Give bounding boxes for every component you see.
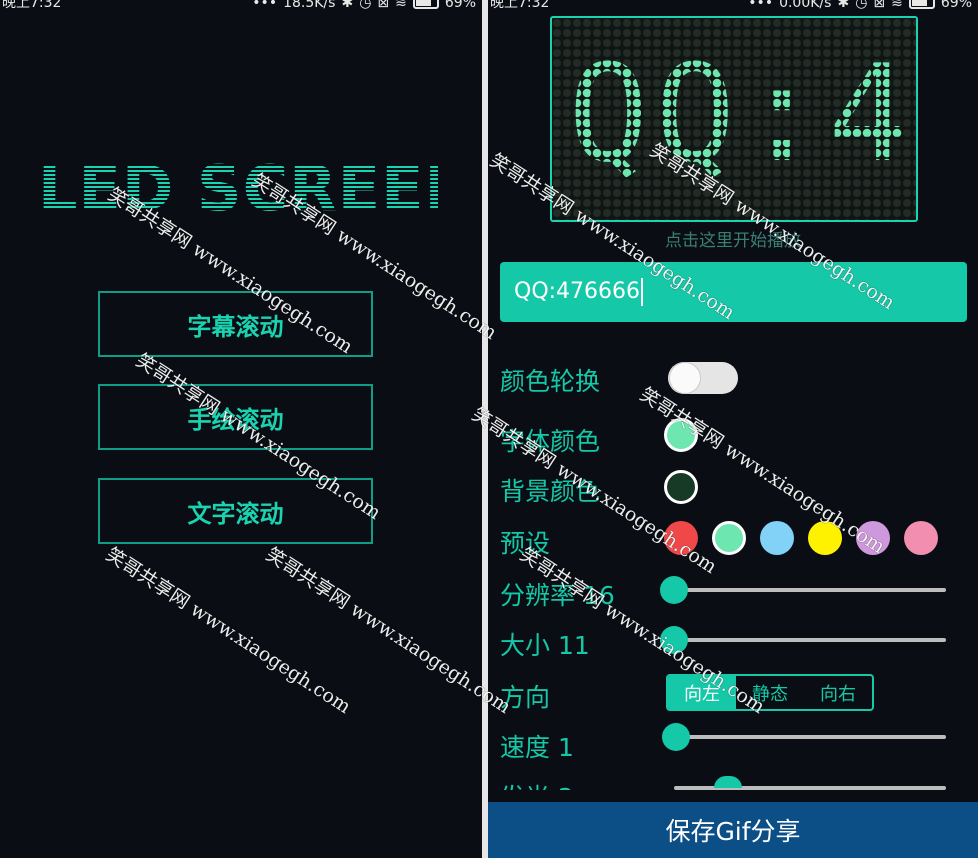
font-color-swatch[interactable] bbox=[664, 418, 698, 452]
alarm-icon: ◷ bbox=[359, 0, 372, 11]
scroll-text-input[interactable]: QQ:476666 bbox=[500, 262, 967, 322]
tap-to-play-hint[interactable]: 点击这里开始播放 bbox=[488, 226, 978, 251]
more-icon: ••• bbox=[252, 0, 278, 11]
text-scroll-button[interactable]: 文字滚动 bbox=[98, 478, 373, 544]
status-time: 晚上7:32 bbox=[490, 0, 550, 11]
hand-draw-scroll-button[interactable]: 手绘滚动 bbox=[98, 384, 373, 450]
text-scroll-screen: 晚上7:32 ••• 0.00K/s ✱ ◷ ⊠ ≋ 69% QQ: bbox=[488, 0, 978, 858]
battery-level: 69% bbox=[940, 0, 972, 11]
size-slider-thumb[interactable] bbox=[660, 626, 688, 654]
size-slider-track[interactable] bbox=[674, 638, 946, 642]
status-bar: 晚上7:32 ••• 0.00K/s ✱ ◷ ⊠ ≋ 69% bbox=[488, 0, 978, 12]
preset-color-6[interactable] bbox=[904, 521, 938, 555]
alarm-icon: ◷ bbox=[855, 0, 868, 11]
preset-color-5[interactable] bbox=[856, 521, 890, 555]
app-title: LED SCREEN bbox=[38, 152, 478, 225]
wifi-icon: ≋ bbox=[891, 0, 903, 11]
subtitle-scroll-button[interactable]: 字幕滚动 bbox=[98, 291, 373, 357]
bluetooth-icon: ✱ bbox=[341, 0, 354, 11]
speed-label: 速度 1 bbox=[500, 733, 574, 762]
font-color-label: 字体颜色 bbox=[500, 427, 601, 456]
more-icon: ••• bbox=[748, 0, 774, 11]
resolution-slider-thumb[interactable] bbox=[660, 576, 688, 604]
preset-color-4[interactable] bbox=[808, 521, 842, 555]
glow-slider-thumb[interactable] bbox=[714, 776, 742, 788]
direction-label: 方向 bbox=[500, 683, 551, 712]
home-screen: 晚上7:32 ••• 18.5K/s ✱ ◷ ⊠ ≋ 69% LED SCREE… bbox=[0, 0, 482, 858]
resolution-label: 分辨率 16 bbox=[500, 581, 615, 610]
bluetooth-icon: ✱ bbox=[837, 0, 850, 11]
bg-color-swatch[interactable] bbox=[664, 470, 698, 504]
preset-color-2[interactable] bbox=[712, 521, 746, 555]
network-speed: 0.00K/s bbox=[779, 0, 832, 11]
led-dot-matrix: QQ:47 bbox=[552, 18, 916, 220]
wifi-icon: ≋ bbox=[395, 0, 407, 11]
preset-color-1[interactable] bbox=[664, 521, 698, 555]
sim-icon: ⊠ bbox=[377, 0, 390, 11]
network-speed: 18.5K/s bbox=[283, 0, 336, 11]
toggle-knob bbox=[669, 362, 701, 394]
bg-color-label: 背景颜色 bbox=[500, 477, 601, 506]
led-preview[interactable]: QQ:47 bbox=[550, 16, 918, 222]
status-bar: 晚上7:32 ••• 18.5K/s ✱ ◷ ⊠ ≋ 69% bbox=[0, 0, 482, 12]
direction-left-option[interactable]: 向左 bbox=[668, 676, 736, 709]
color-cycle-toggle[interactable] bbox=[668, 362, 738, 394]
sim-icon: ⊠ bbox=[873, 0, 886, 11]
direction-static-option[interactable]: 静态 bbox=[736, 676, 804, 709]
glow-label: 发光 2 bbox=[500, 778, 574, 790]
preset-color-3[interactable] bbox=[760, 521, 794, 555]
battery-level: 69% bbox=[444, 0, 476, 11]
size-label: 大小 11 bbox=[500, 631, 590, 660]
speed-slider-track[interactable] bbox=[674, 735, 946, 739]
resolution-slider-track[interactable] bbox=[674, 588, 946, 592]
color-cycle-label: 颜色轮换 bbox=[500, 367, 601, 396]
direction-selector: 向左 静态 向右 bbox=[666, 674, 874, 711]
battery-icon bbox=[412, 0, 439, 9]
save-gif-share-button[interactable]: 保存Gif分享 bbox=[488, 802, 978, 858]
battery-icon bbox=[908, 0, 935, 9]
preset-label: 预设 bbox=[500, 529, 551, 558]
status-time: 晚上7:32 bbox=[2, 0, 62, 11]
text-caret bbox=[641, 278, 644, 306]
direction-right-option[interactable]: 向右 bbox=[804, 676, 872, 709]
speed-slider-thumb[interactable] bbox=[662, 723, 690, 751]
